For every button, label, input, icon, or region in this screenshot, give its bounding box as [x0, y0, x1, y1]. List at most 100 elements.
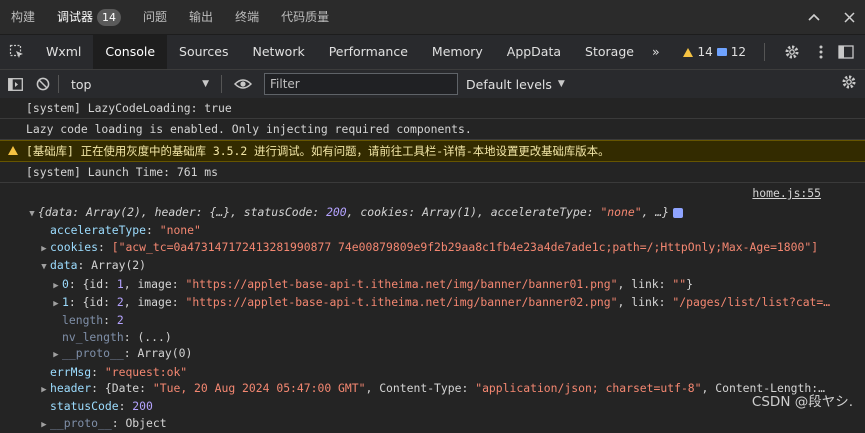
panel-tab-build[interactable]: 构建	[0, 0, 46, 34]
devtools-tabbar: Wxml Console Sources Network Performance…	[0, 35, 865, 70]
summary-value: {…}	[209, 205, 231, 219]
dock-side-icon[interactable]	[833, 35, 859, 69]
property-row[interactable]: ▶ header: {Date: "Tue, 20 Aug 2024 05:47:…	[0, 380, 865, 398]
header-date: "Tue, 20 Aug 2024 05:47:00 GMT"	[152, 381, 366, 396]
property-key: accelerateType	[50, 223, 147, 238]
summary-value: 200	[326, 205, 347, 219]
context-selector[interactable]: top ▼	[65, 74, 215, 94]
property-row[interactable]: ▶ __proto__: Array(0)	[0, 345, 865, 363]
devtools-tab-storage[interactable]: Storage	[573, 35, 646, 69]
more-vertical-icon[interactable]	[813, 35, 829, 69]
warning-row: [基础库] 正在使用灰度中的基础库 3.5.2 进行调试。如有问题，请前往工具栏…	[0, 140, 865, 162]
chevron-up-icon[interactable]	[808, 13, 820, 21]
property-key: __proto__	[62, 346, 124, 361]
expand-triangle-icon[interactable]: ▼	[38, 259, 50, 275]
expand-triangle-icon[interactable]: ▼	[26, 206, 38, 222]
info-icon[interactable]	[673, 207, 684, 218]
summary-key: statusCode	[243, 205, 313, 219]
expand-triangle-icon[interactable]: ▶	[50, 278, 62, 294]
expand-triangle-icon[interactable]: ▶	[38, 417, 50, 433]
caret-down-icon: ▼	[202, 79, 209, 89]
log-levels-dropdown[interactable]: Default levels ▼	[466, 77, 565, 92]
property-key: nv_length	[62, 329, 124, 344]
panel-tab-problems[interactable]: 问题	[132, 0, 178, 34]
property-key: errMsg	[50, 364, 92, 379]
property-row[interactable]: ▼ data: Array(2)	[0, 257, 865, 275]
summary-key: accelerateType	[490, 205, 587, 219]
filter-input[interactable]	[264, 73, 458, 95]
log-text: [system] Launch Time: 761 ms	[26, 165, 219, 179]
issue-counts[interactable]: 14 12	[683, 45, 746, 59]
summary-key: header	[154, 205, 196, 219]
console-settings-gear-icon[interactable]	[841, 74, 857, 93]
source-link[interactable]: home.js:55	[752, 185, 821, 201]
warning-icon	[683, 47, 694, 57]
property-key: __proto__	[50, 415, 112, 430]
devtools-tab-network[interactable]: Network	[241, 35, 317, 69]
sidebar-toggle-icon[interactable]	[0, 70, 30, 98]
log-row: Lazy code loading is enabled. Only injec…	[0, 119, 865, 140]
clear-console-icon[interactable]	[30, 70, 56, 98]
devtools-tab-memory[interactable]: Memory	[420, 35, 495, 69]
object-log-entry: home.js:55 ▼ {data: Array(2), header: {…}…	[0, 183, 865, 433]
warning-icon	[8, 146, 18, 155]
item-link: ""	[672, 276, 687, 291]
message-count: 12	[730, 45, 746, 59]
array-index: 1	[62, 295, 69, 310]
debugger-count-badge: 14	[97, 9, 122, 26]
property-value: Object	[125, 415, 167, 430]
divider	[221, 75, 222, 93]
console-toolbar: top ▼ Default levels ▼	[0, 70, 865, 99]
summary-value: "none"	[600, 205, 642, 219]
array-item-row[interactable]: ▶ 1: {id: 2, image: "https://applet-base-…	[0, 294, 865, 312]
expand-triangle-icon[interactable]: ▶	[38, 241, 50, 257]
header-content-type: "application/json; charset=utf-8"	[475, 381, 702, 396]
property-row[interactable]: nv_length: (...)	[0, 329, 865, 345]
summary-text: , …}	[641, 205, 670, 219]
array-index: 0	[62, 276, 69, 291]
panel-tab-code-quality[interactable]: 代码质量	[270, 0, 340, 34]
property-value: Array(2)	[91, 258, 147, 273]
item-image: "https://applet-base-api-t.itheima.net/i…	[185, 276, 618, 291]
summary-value: Array(1)	[422, 205, 477, 219]
object-summary[interactable]: ▼ {data: Array(2), header: {…}, statusCod…	[0, 204, 865, 222]
message-icon	[716, 48, 727, 56]
log-row: [system] Launch Time: 761 ms	[0, 162, 865, 183]
property-value: "none"	[159, 223, 201, 238]
property-value: 2	[116, 313, 124, 328]
more-tabs-button[interactable]: »	[646, 35, 666, 69]
panel-tab-output[interactable]: 输出	[178, 0, 224, 34]
console-output: [system] LazyCodeLoading: true Lazy code…	[0, 98, 865, 430]
divider	[764, 43, 765, 61]
property-row[interactable]: ▶ __proto__: Object	[0, 415, 865, 433]
expand-triangle-icon[interactable]: ▶	[50, 347, 62, 363]
panel-tab-terminal[interactable]: 终端	[224, 0, 270, 34]
eye-icon[interactable]	[228, 70, 258, 98]
log-row: [system] LazyCodeLoading: true	[0, 98, 865, 119]
array-item-row[interactable]: ▶ 0: {id: 1, image: "https://applet-base-…	[0, 276, 865, 294]
expand-triangle-icon[interactable]: ▶	[50, 296, 62, 312]
item-image: "https://applet-base-api-t.itheima.net/i…	[185, 295, 618, 310]
property-row[interactable]: ▶ cookies: ["acw_tc=0a4731471724132819908…	[0, 239, 865, 257]
summary-value: Array(2)	[86, 205, 141, 219]
devtools-tab-wxml[interactable]: Wxml	[34, 35, 93, 69]
gear-icon[interactable]	[775, 35, 809, 69]
warning-count: 14	[697, 45, 713, 59]
property-value: ["acw_tc=0a473147172413281990877 74e0087…	[111, 239, 819, 254]
property-row: errMsg: "request:ok"	[50, 364, 188, 379]
devtools-tab-sources[interactable]: Sources	[167, 35, 240, 69]
expand-triangle-icon[interactable]: ▶	[38, 382, 50, 398]
devtools-tab-console[interactable]: Console	[93, 35, 168, 69]
devtools-tab-appdata[interactable]: AppData	[495, 35, 573, 69]
property-value: "request:ok"	[104, 364, 188, 379]
inspect-element-icon[interactable]	[0, 35, 34, 69]
property-value: Array(0)	[137, 346, 193, 361]
property-row: accelerateType: "none"	[50, 223, 201, 238]
log-text: [system] LazyCodeLoading: true	[26, 101, 232, 115]
panel-tab-debugger[interactable]: 调试器 14	[46, 0, 132, 34]
devtools-tab-performance[interactable]: Performance	[317, 35, 420, 69]
property-key: statusCode	[50, 399, 119, 414]
close-icon[interactable]	[844, 11, 855, 23]
panel-tabbar: 构建 调试器 14 问题 输出 终端 代码质量	[0, 0, 865, 35]
